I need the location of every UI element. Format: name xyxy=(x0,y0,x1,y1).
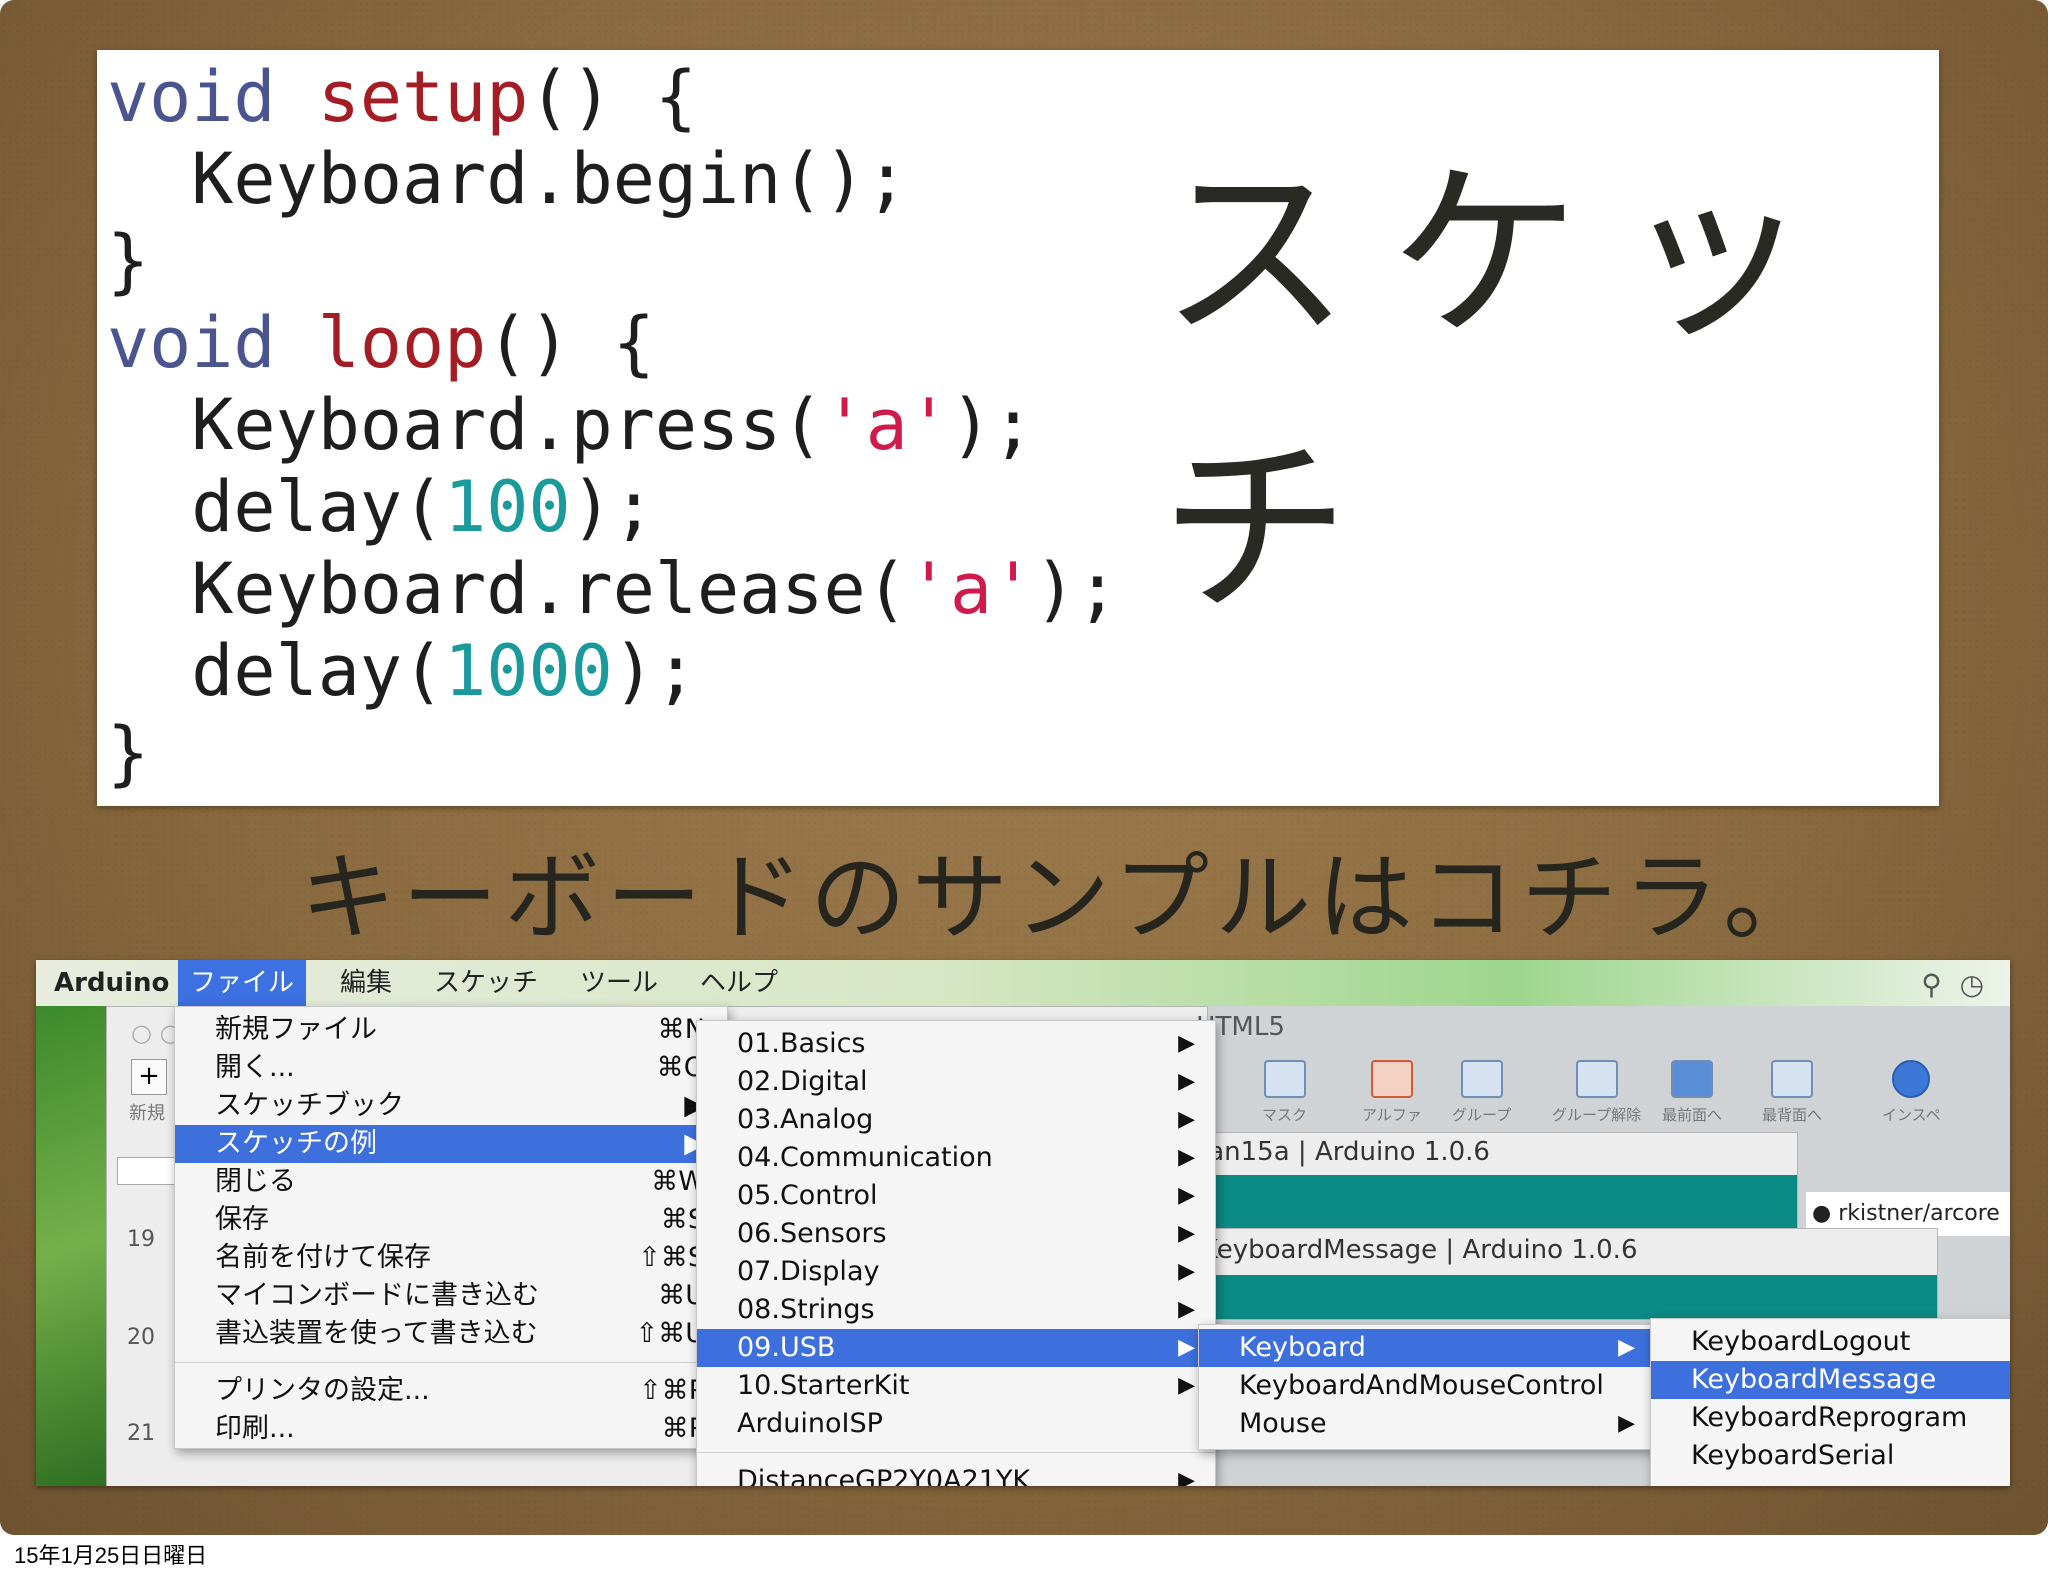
code-line-1: void setup() { xyxy=(107,56,698,138)
slide-caption: キーボードのサンプルはコチラ。 xyxy=(300,842,1826,954)
code-line-5: Keyboard.press('a'); xyxy=(107,384,1035,466)
menu-item-print[interactable]: 印刷... ⌘P xyxy=(175,1410,727,1448)
menu-item-new[interactable]: 新規ファイル ⌘N xyxy=(175,1011,727,1049)
line-number: 19 xyxy=(127,1227,155,1252)
code-listing: void setup() { Keyboard.begin(); } void … xyxy=(107,56,1118,794)
send-back-icon xyxy=(1771,1060,1813,1098)
menu-item-keyboard-logout[interactable]: KeyboardLogout xyxy=(1651,1323,2010,1361)
menu-item-keyboard-message[interactable]: KeyboardMessage xyxy=(1651,1361,2010,1399)
menu-item-save[interactable]: 保存 ⌘S xyxy=(175,1201,727,1239)
menu-item-page-setup[interactable]: プリンタの設定... ⇧⌘P xyxy=(175,1372,727,1410)
window-title: jan15a | Arduino 1.0.6 xyxy=(1201,1137,1490,1167)
new-button[interactable]: + xyxy=(131,1059,167,1095)
slide-date: 15年1月25日日曜日 xyxy=(14,1543,208,1568)
keynote-toolbar: マスク アルファ グループ グループ解除 最前面へ 最背面へ インスペ xyxy=(1262,1060,2010,1130)
menu-item-close[interactable]: 閉じる ⌘W xyxy=(175,1163,727,1201)
line-number: 20 xyxy=(127,1325,155,1350)
examples-menu: 01.Basics ▶ 02.Digital ▶ 03.Analog ▶ 04.Com… xyxy=(696,1020,1216,1486)
menu-item-sketchbook[interactable]: スケッチブック ▶ xyxy=(175,1087,727,1125)
new-label: 新規 xyxy=(129,1103,165,1124)
mask-tool[interactable]: マスク xyxy=(1262,1060,1307,1125)
menu-item-keyboard[interactable]: Keyboard ▶ xyxy=(1199,1329,1655,1367)
code-line-2: Keyboard.begin(); xyxy=(107,138,908,220)
menu-item-digital[interactable]: 02.Digital ▶ xyxy=(697,1063,1215,1101)
usb-menu: Keyboard ▶ KeyboardAndMouseControl Mouse ▶ xyxy=(1198,1324,1656,1450)
menu-item-control[interactable]: 05.Control ▶ xyxy=(697,1177,1215,1215)
menu-edit[interactable]: 編集 xyxy=(328,960,404,1006)
alpha-tool[interactable]: アルファ xyxy=(1362,1060,1422,1125)
menu-item-keyboard-mouse[interactable]: KeyboardAndMouseControl xyxy=(1199,1367,1655,1405)
menu-item-keyboard-reprogram[interactable]: KeyboardReprogram xyxy=(1651,1399,2010,1437)
group-tool[interactable]: グループ xyxy=(1452,1060,1511,1125)
spotlight-icon[interactable]: ⚲ xyxy=(1921,968,1942,1001)
group-icon xyxy=(1460,1060,1503,1098)
line-number: 21 xyxy=(127,1421,155,1446)
keyboard-menu: KeyboardLogout KeyboardMessage KeyboardR… xyxy=(1650,1318,2010,1486)
menu-file[interactable]: ファイル xyxy=(178,960,307,1006)
arduino-toolbar xyxy=(1197,1175,1797,1233)
menu-app[interactable]: Arduino xyxy=(42,960,181,1006)
menu-item-analog[interactable]: 03.Analog ▶ xyxy=(697,1101,1215,1139)
menu-item-upload[interactable]: マイコンボードに書き込む ⌘U xyxy=(175,1277,727,1315)
code-line-8: delay(1000); xyxy=(107,630,698,712)
menu-separator xyxy=(175,1362,727,1363)
menu-bar: Arduino ファイル 編集 スケッチ ツール ヘルプ ⚲ ◷ xyxy=(36,960,2010,1006)
github-icon: ● xyxy=(1812,1201,1832,1226)
code-line-7: Keyboard.release('a'); xyxy=(107,548,1119,630)
info-icon xyxy=(1892,1060,1931,1098)
ungroup-icon xyxy=(1575,1060,1618,1098)
menu-item-starterkit[interactable]: 10.StarterKit ▶ xyxy=(697,1367,1215,1405)
desktop-wallpaper xyxy=(36,1006,108,1486)
arduino-window-keyboardmessage: KeyboardMessage | Arduino 1.0.6 xyxy=(1196,1228,1938,1320)
menu-item-open[interactable]: 開く... ⌘O xyxy=(175,1049,727,1087)
time-machine-icon[interactable]: ◷ xyxy=(1960,968,1984,1001)
menu-item-usb[interactable]: 09.USB ▶ xyxy=(697,1329,1215,1367)
menu-item-sensors[interactable]: 06.Sensors ▶ xyxy=(697,1215,1215,1253)
menu-item-display[interactable]: 07.Display ▶ xyxy=(697,1253,1215,1291)
code-line-6: delay(100); xyxy=(107,466,655,548)
ungroup-tool[interactable]: グループ解除 xyxy=(1552,1060,1641,1125)
send-back-tool[interactable]: 最背面へ xyxy=(1762,1060,1822,1125)
screenshot-panel: ○ ○ + 新規 19 20 21 HTML5 マスク アルファ グループ グル… xyxy=(36,960,2010,1486)
bring-front-icon xyxy=(1671,1060,1713,1098)
menu-item-distance[interactable]: DistanceGP2Y0A21YK ▶ xyxy=(697,1462,1215,1486)
bring-front-tool[interactable]: 最前面へ xyxy=(1662,1060,1722,1125)
alpha-icon xyxy=(1370,1060,1413,1098)
menu-separator xyxy=(697,1452,1215,1453)
inspector-tool[interactable]: インスペ xyxy=(1882,1060,1941,1125)
file-menu: 新規ファイル ⌘N 開く... ⌘O スケッチブック ▶ スケッチの例 ▶ 閉じる ⌘W … xyxy=(174,1006,728,1449)
menu-item-examples[interactable]: スケッチの例 ▶ xyxy=(175,1125,727,1163)
menu-item-arduinoisp[interactable]: ArduinoISP xyxy=(697,1405,1215,1443)
menu-help[interactable]: ヘルプ xyxy=(688,960,790,1006)
menu-item-strings[interactable]: 08.Strings ▶ xyxy=(697,1291,1215,1329)
mask-icon xyxy=(1263,1060,1306,1098)
menu-item-save-as[interactable]: 名前を付けて保存 ⇧⌘S xyxy=(175,1239,727,1277)
code-line-4: void loop() { xyxy=(107,302,655,384)
window-title: KeyboardMessage | Arduino 1.0.6 xyxy=(1201,1235,1638,1265)
menu-item-communication[interactable]: 04.Communication ▶ xyxy=(697,1139,1215,1177)
slide-title: スケッチ xyxy=(1160,144,1851,640)
menu-tools[interactable]: ツール xyxy=(568,960,670,1006)
menu-item-keyboard-serial[interactable]: KeyboardSerial xyxy=(1651,1437,2010,1475)
menu-item-basics[interactable]: 01.Basics ▶ xyxy=(697,1025,1215,1063)
menubar-status-icons: ⚲ ◷ xyxy=(1921,968,1984,1001)
arduino-toolbar xyxy=(1197,1275,1937,1319)
code-line-9: } xyxy=(107,712,150,794)
menu-item-upload-programmer[interactable]: 書込装置を使って書き込む ⇧⌘U xyxy=(175,1315,727,1353)
menu-item-mouse[interactable]: Mouse ▶ xyxy=(1199,1405,1655,1443)
code-line-3: } xyxy=(107,220,150,302)
menu-sketch[interactable]: スケッチ xyxy=(422,960,550,1006)
arduino-window-jan15a: jan15a | Arduino 1.0.6 xyxy=(1196,1132,1798,1234)
